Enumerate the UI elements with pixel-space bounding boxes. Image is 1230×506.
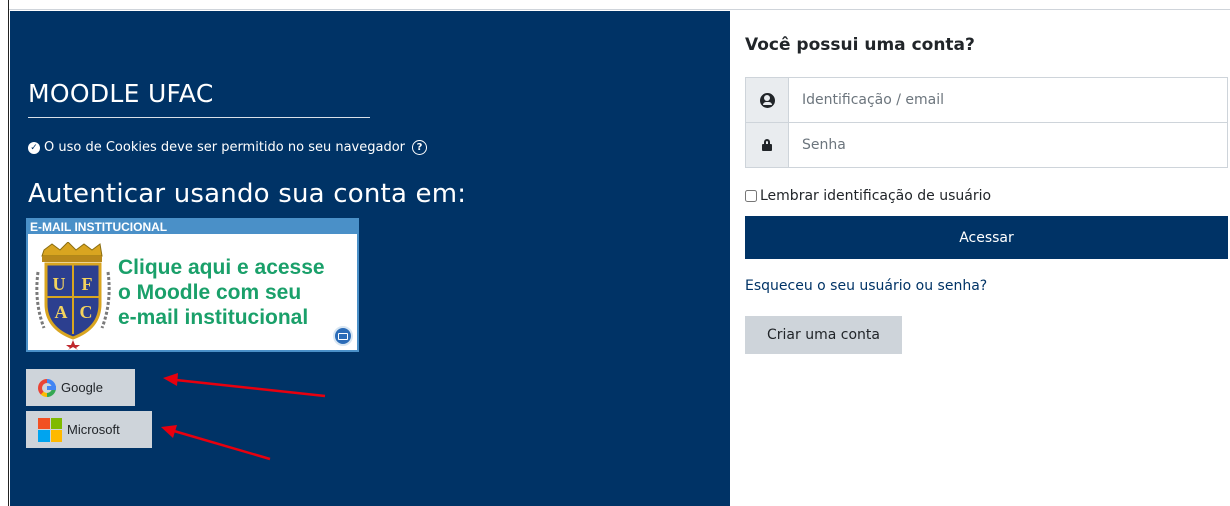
login-form-panel: Você possui uma conta? Lembrar identific… bbox=[730, 11, 1230, 506]
password-input-group bbox=[745, 122, 1228, 168]
window-top-border bbox=[0, 0, 1230, 10]
username-input[interactable] bbox=[789, 78, 1227, 122]
microsoft-login-label: Microsoft bbox=[67, 422, 120, 437]
help-icon[interactable]: ? bbox=[412, 140, 428, 155]
banner-text: Clique aqui e acesse o Moodle com seu e-… bbox=[118, 255, 325, 330]
forgot-password-link[interactable]: Esqueceu o seu usuário ou senha? bbox=[745, 278, 987, 294]
remember-username-checkbox[interactable] bbox=[745, 190, 757, 202]
lock-icon bbox=[762, 139, 772, 151]
microsoft-logo-icon bbox=[38, 417, 62, 442]
title-divider bbox=[28, 117, 370, 118]
crest-letter-c: C bbox=[80, 302, 93, 322]
password-addon bbox=[746, 123, 789, 167]
google-login-label: Google bbox=[61, 380, 103, 395]
crest-letter-f: F bbox=[82, 274, 93, 294]
crest-letter-u: U bbox=[53, 274, 66, 294]
user-icon bbox=[759, 92, 775, 108]
crest-letter-a: A bbox=[55, 302, 68, 322]
login-button[interactable]: Acessar bbox=[745, 216, 1228, 259]
microsoft-login-button[interactable]: Microsoft bbox=[26, 411, 152, 448]
username-input-group bbox=[745, 77, 1228, 123]
banner-line-1: Clique aqui e acesse bbox=[118, 256, 325, 279]
login-brand-panel: MOODLE UFAC ✓ O uso de Cookies deve ser … bbox=[10, 11, 730, 506]
check-circle-icon: ✓ bbox=[28, 141, 40, 154]
ufac-crest-icon: U F A C bbox=[35, 242, 111, 350]
username-addon bbox=[746, 78, 789, 122]
password-input[interactable] bbox=[789, 123, 1227, 167]
window-left-border bbox=[0, 0, 9, 506]
remember-username-label: Lembrar identificação de usuário bbox=[760, 188, 992, 204]
google-logo-icon bbox=[38, 378, 56, 397]
cookie-notice: ✓ O uso de Cookies deve ser permitido no… bbox=[28, 140, 428, 155]
cookie-notice-text: O uso de Cookies deve ser permitido no s… bbox=[44, 140, 406, 155]
institutional-email-banner[interactable]: E-MAIL INSTITUCIONAL U F A C Clique aqui… bbox=[26, 218, 359, 352]
remember-username[interactable]: Lembrar identificação de usuário bbox=[745, 188, 991, 204]
banner-header: E-MAIL INSTITUCIONAL bbox=[28, 220, 357, 234]
create-account-button[interactable]: Criar uma conta bbox=[745, 316, 902, 354]
login-form-title: Você possui uma conta? bbox=[745, 35, 975, 55]
banner-body: U F A C Clique aqui e acesse o Moodle co… bbox=[28, 234, 357, 350]
auth-heading: Autenticar usando sua conta em: bbox=[28, 179, 467, 209]
google-login-button[interactable]: Google bbox=[26, 369, 135, 406]
site-title: MOODLE UFAC bbox=[28, 79, 214, 108]
banner-line-2: o Moodle com seu bbox=[118, 281, 302, 304]
email-icon bbox=[333, 326, 353, 346]
banner-line-3: e-mail institucional bbox=[118, 306, 309, 329]
